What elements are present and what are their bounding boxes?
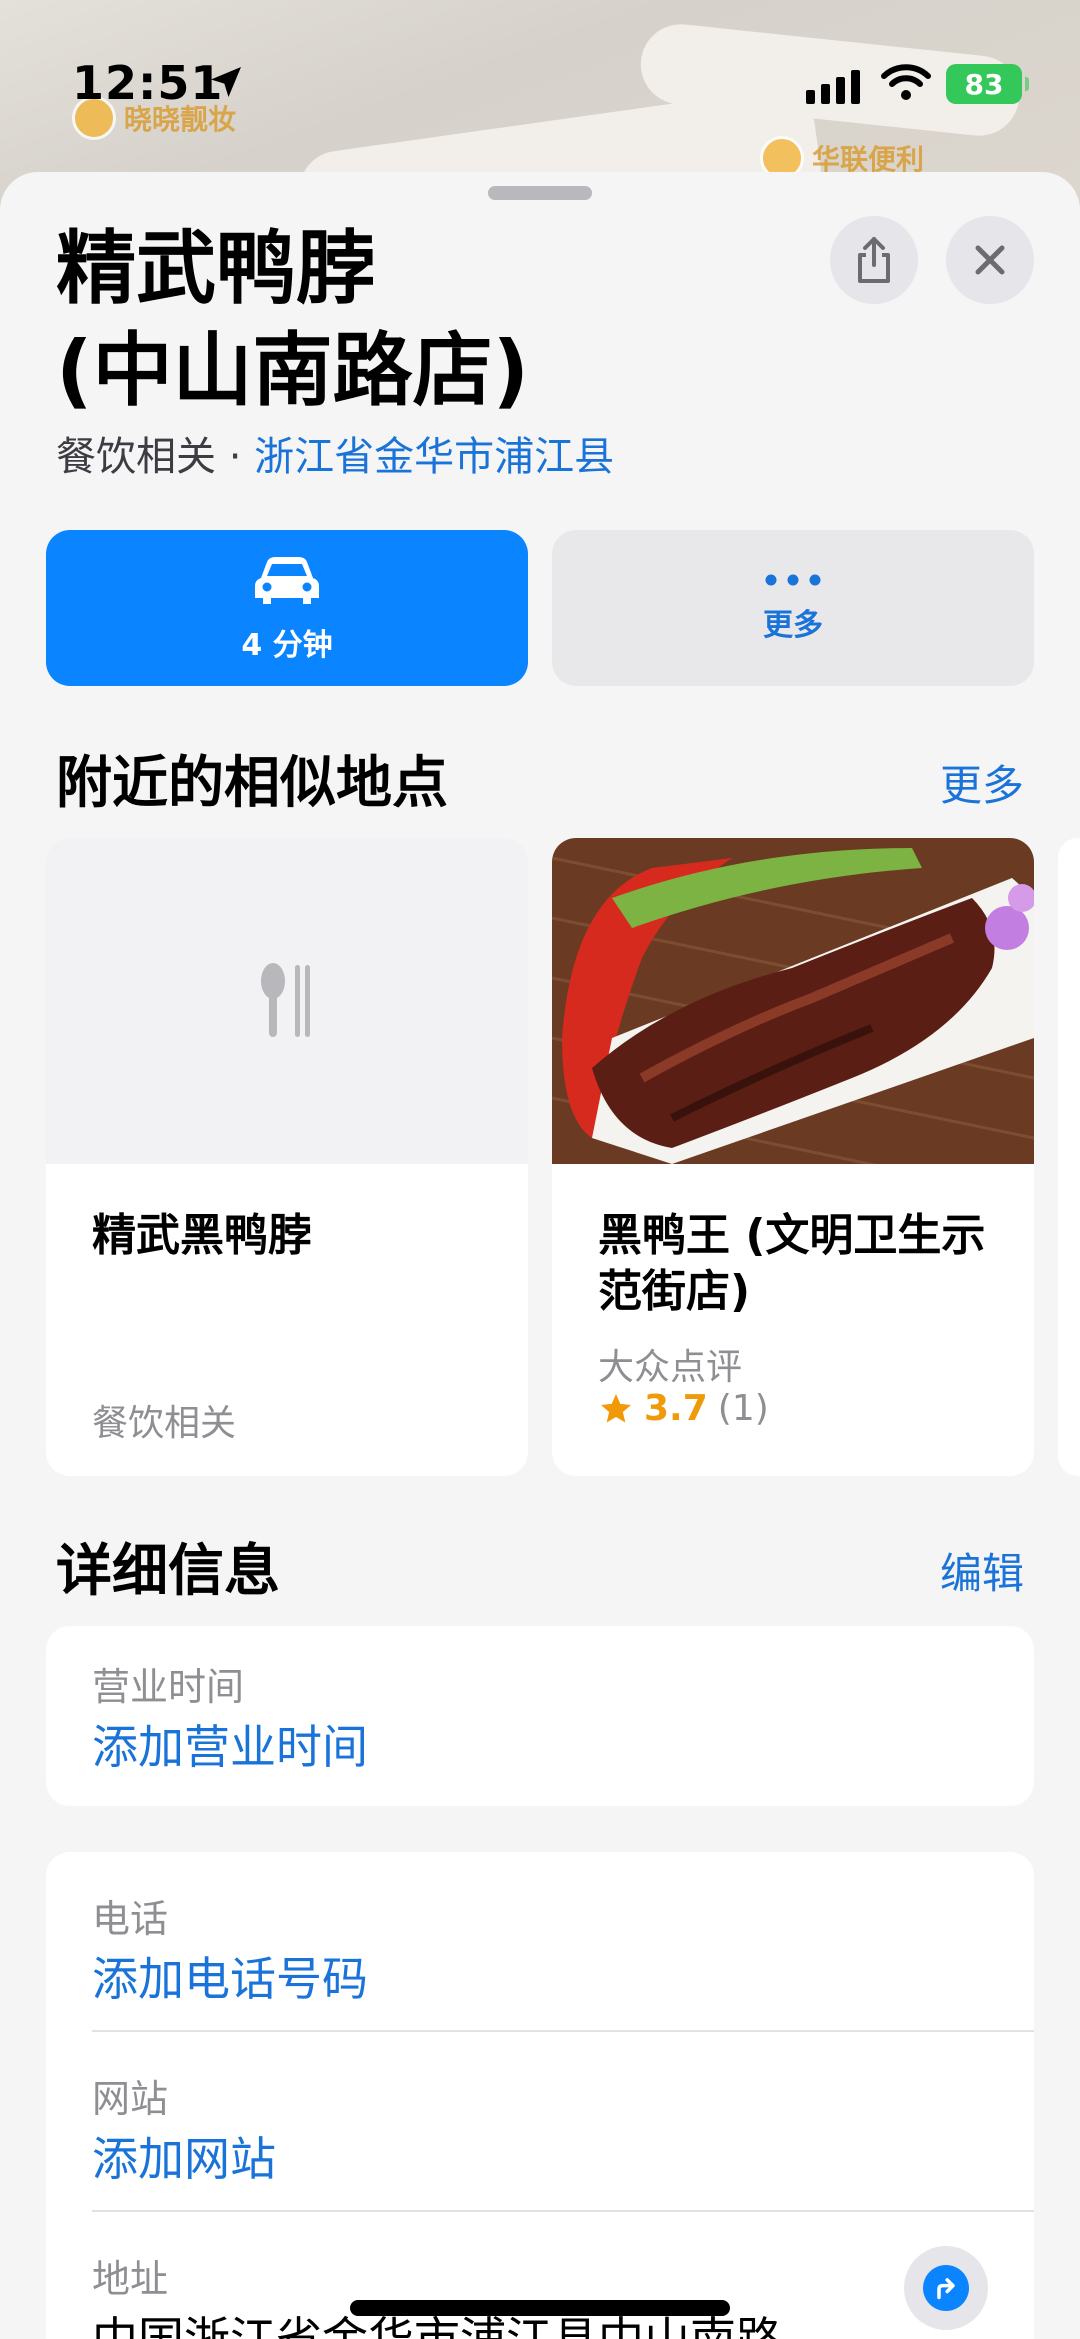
phone-label: 电话 — [92, 1897, 169, 1941]
nearby-card-peek[interactable] — [1058, 838, 1080, 1476]
place-subtitle: 餐饮相关 · 浙江省金华市浦江县 — [56, 424, 614, 482]
contact-box: 电话 添加电话号码 网站 添加网站 地址 中国浙江省金华市浦江县中山南路 — [46, 1852, 1034, 2339]
place-title: 精武鸭脖 (中山南路店) — [56, 218, 816, 422]
hours-row[interactable]: 营业时间 添加营业时间 — [46, 1626, 1034, 1777]
drive-directions-button[interactable]: 4 分钟 — [46, 530, 528, 686]
nearby-card-source: 大众点评 — [598, 1347, 743, 1388]
nearby-card[interactable]: 精武黑鸭脖 餐饮相关 — [46, 838, 528, 1476]
add-hours-link[interactable]: 添加营业时间 — [92, 1711, 1034, 1777]
close-icon — [975, 245, 1005, 275]
placeholder-image — [46, 838, 528, 1164]
place-category: 餐饮相关 · — [56, 434, 255, 480]
add-website-link[interactable]: 添加网站 — [92, 2123, 1034, 2189]
share-button[interactable] — [830, 216, 918, 304]
share-icon — [858, 237, 890, 283]
details-edit-link[interactable]: 编辑 — [940, 1540, 1024, 1601]
nearby-card-category: 餐饮相关 — [92, 1403, 237, 1444]
turn-right-arrow-icon — [937, 2278, 955, 2300]
duck-dish-photo — [552, 838, 1034, 1164]
ellipsis-icon — [765, 574, 821, 586]
cellular-signal-icon — [806, 70, 860, 104]
nearby-more-link[interactable]: 更多 — [940, 752, 1024, 813]
address-label: 地址 — [92, 2257, 169, 2301]
location-arrow-icon — [211, 67, 241, 97]
nearby-card[interactable]: 黑鸭王 (文明卫生示范街店) 大众点评 3.7 (1) — [552, 838, 1034, 1476]
place-title-line1: 精武鸭脖 — [56, 222, 376, 315]
place-sheet: 精武鸭脖 (中山南路店) 餐饮相关 · 浙江省金华市浦江县 4 分钟 更多 附近… — [0, 172, 1080, 2339]
rating-count: (1) — [717, 1388, 769, 1429]
home-indicator[interactable] — [350, 2300, 730, 2316]
nearby-section-title: 附近的相似地点 — [56, 751, 448, 816]
wifi-icon — [881, 64, 931, 100]
nearby-card-name: 黑鸭王 (文明卫生示范街店) — [598, 1210, 986, 1317]
add-phone-link[interactable]: 添加电话号码 — [92, 1943, 1034, 2009]
hours-box: 营业时间 添加营业时间 — [46, 1626, 1034, 1806]
place-title-line2: (中山南路店) — [56, 324, 530, 417]
place-location-link[interactable]: 浙江省金华市浦江县 — [254, 434, 614, 480]
star-icon — [601, 1393, 631, 1422]
nearby-card-rating: 3.7 (1) — [598, 1388, 769, 1429]
more-actions-label: 更多 — [763, 608, 823, 643]
details-section-title: 详细信息 — [56, 1539, 280, 1604]
status-bar: 12:51 83 — [0, 0, 1080, 170]
car-icon — [255, 557, 319, 604]
battery-level: 83 — [964, 67, 1004, 101]
website-label: 网站 — [92, 2077, 169, 2121]
website-row[interactable]: 网站 添加网站 — [46, 2032, 1034, 2212]
address-row[interactable]: 地址 中国浙江省金华市浦江县中山南路 — [46, 2212, 1034, 2339]
address-directions-button[interactable] — [904, 2246, 988, 2330]
battery-indicator: 83 — [946, 64, 1029, 104]
nearby-card-name: 精武黑鸭脖 — [92, 1210, 312, 1261]
drive-time-label: 4 分钟 — [241, 628, 333, 663]
fork-spoon-icon — [261, 963, 310, 1037]
close-button[interactable] — [946, 216, 1034, 304]
rating-score: 3.7 — [644, 1388, 708, 1429]
hours-label: 营业时间 — [92, 1665, 245, 1709]
status-time: 12:51 — [72, 56, 224, 110]
phone-row[interactable]: 电话 添加电话号码 — [46, 1852, 1034, 2032]
more-actions-button[interactable]: 更多 — [552, 530, 1034, 686]
sheet-grabber[interactable] — [488, 186, 592, 200]
